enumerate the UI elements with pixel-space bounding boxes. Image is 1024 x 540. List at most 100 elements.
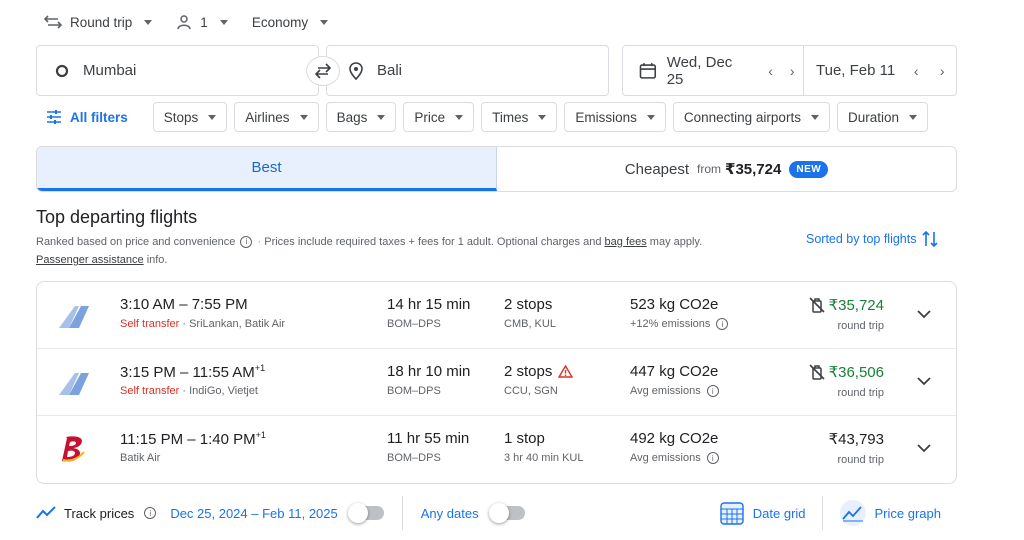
may-apply-text: may apply.: [649, 236, 703, 248]
all-filters-button[interactable]: All filters: [46, 110, 128, 125]
track-date-range: Dec 25, 2024 – Feb 11, 2025: [170, 505, 338, 521]
info-icon[interactable]: i: [706, 452, 719, 464]
cabin-class-label: Economy: [251, 14, 309, 30]
filter-times[interactable]: Times: [481, 102, 558, 132]
prev-date-button[interactable]: ‹: [760, 60, 782, 82]
chevron-down-icon[interactable]: [916, 373, 932, 389]
plus-day: +1: [255, 430, 266, 440]
tune-icon: [47, 110, 61, 124]
prices-text: Prices include required taxes + fees for…: [264, 236, 602, 248]
next-date-button[interactable]: ›: [931, 60, 953, 82]
airline-info: Self transfer · SriLankan, Batik Air: [120, 318, 286, 330]
date-grid-icon: [720, 502, 744, 525]
passengers-select[interactable]: 1: [176, 14, 228, 30]
stops-detail: CMB, KUL: [504, 318, 556, 330]
price-note: round trip: [837, 320, 884, 332]
times-text: 11:15 PM – 1:40 PM: [120, 431, 256, 448]
date-grid-button[interactable]: Date grid: [719, 500, 806, 526]
flight-duration: 18 hr 10 min: [387, 363, 471, 380]
filter-connecting-airports[interactable]: Connecting airports: [672, 102, 830, 132]
filter-emissions[interactable]: Emissions: [564, 102, 666, 132]
flight-row[interactable]: 3:10 AM – 7:55 PM Self transfer · SriLan…: [37, 282, 956, 349]
trend-icon: [36, 506, 56, 519]
co2-value: 523 kg CO2e: [630, 296, 719, 313]
chip-label: Times: [492, 109, 529, 125]
emissions-info: +12% emissions i: [630, 318, 730, 330]
filter-price[interactable]: Price: [403, 102, 475, 132]
filter-stops[interactable]: Stops: [152, 102, 228, 132]
return-date-field[interactable]: Tue, Feb 11 ‹ ›: [804, 46, 953, 95]
depart-date-value: Wed, Dec 25: [666, 53, 733, 88]
price-note: round trip: [837, 454, 884, 466]
co2-value: 447 kg CO2e: [630, 363, 719, 380]
chevron-down-icon: [538, 114, 547, 120]
prev-date-button[interactable]: ‹: [905, 60, 927, 82]
emissions-text: Avg emissions: [630, 452, 701, 464]
origin-circle-icon: [55, 64, 69, 77]
tab-cheapest-label: Cheapest: [624, 160, 690, 178]
tab-best[interactable]: Best: [37, 147, 497, 191]
calendar-icon: [639, 62, 657, 79]
passenger-assistance-link[interactable]: Passenger assistance: [36, 254, 144, 266]
price-value: ₹35,724: [808, 296, 884, 314]
flight-duration: 11 hr 55 min: [387, 430, 470, 447]
info-icon[interactable]: i: [716, 318, 729, 330]
chip-label: Airlines: [245, 109, 290, 125]
airline-info: Self transfer · IndiGo, Vietjet: [120, 385, 258, 397]
flight-row[interactable]: 11:15 PM – 1:40 PM+1 Batik Air 11 hr 55 …: [37, 416, 956, 483]
next-date-button[interactable]: ›: [781, 60, 803, 82]
footer-bar: Track prices i Dec 25, 2024 – Feb 11, 20…: [36, 496, 957, 530]
flight-route: BOM–DPS: [387, 318, 441, 330]
generic-airline-icon: [59, 373, 89, 395]
cabin-class-select[interactable]: Economy: [251, 14, 329, 30]
airline-names: Batik Air: [120, 452, 161, 464]
flight-times: 3:15 PM – 11:55 AM+1: [120, 363, 265, 381]
sort-button[interactable]: Sorted by top flights: [806, 230, 939, 248]
swap-button[interactable]: [306, 56, 340, 86]
info-icon[interactable]: i: [144, 507, 157, 519]
any-dates: Any dates: [421, 506, 479, 521]
tab-cheapest[interactable]: Cheapest from ₹35,724 NEW: [497, 147, 956, 191]
chevron-down-icon: [810, 114, 819, 120]
origin-input[interactable]: Mumbai: [36, 45, 319, 96]
any-dates-toggle[interactable]: [488, 503, 525, 523]
all-filters-label: All filters: [70, 109, 128, 125]
stops-text: 2 stops: [504, 363, 553, 380]
chevron-down-icon: [377, 114, 386, 120]
depart-date-field[interactable]: Wed, Dec 25 ‹ ›: [623, 46, 803, 95]
emissions-text: +12% emissions: [630, 318, 711, 330]
track-prices-toggle[interactable]: [347, 503, 384, 523]
chip-label: Connecting airports: [683, 109, 801, 125]
info-text: info.: [146, 254, 168, 266]
filter-duration[interactable]: Duration: [836, 102, 928, 132]
price-text: ₹35,724: [828, 297, 884, 314]
plus-day: +1: [254, 363, 266, 373]
destination-value: Bali: [377, 62, 403, 79]
chevron-down-icon: [208, 114, 217, 120]
page-title: Top departing flights: [36, 207, 198, 227]
emissions-info: Avg emissions i: [630, 452, 721, 464]
airline-names: IndiGo, Vietjet: [189, 385, 258, 397]
price-text: ₹36,506: [828, 364, 884, 381]
info-icon[interactable]: i: [240, 236, 253, 249]
chevron-down-icon[interactable]: [916, 306, 932, 322]
tab-best-label: Best: [251, 159, 282, 176]
flight-stops: 1 stop: [504, 430, 545, 447]
emissions-info: Avg emissions i: [630, 385, 721, 397]
filter-airlines[interactable]: Airlines: [234, 102, 319, 132]
flight-row[interactable]: 3:15 PM – 11:55 AM+1 Self transfer · Ind…: [37, 349, 956, 416]
self-transfer-label: Self transfer: [120, 385, 180, 397]
price-graph-icon: [839, 500, 866, 526]
results-subtitle: Ranked based on price and convenience i …: [36, 236, 703, 266]
price-graph-label: Price graph: [874, 505, 941, 521]
destination-input[interactable]: Bali: [326, 45, 609, 96]
filter-bags[interactable]: Bags: [325, 102, 397, 132]
price-graph-button[interactable]: Price graph: [839, 499, 941, 527]
info-icon[interactable]: i: [706, 385, 719, 397]
trip-type-select[interactable]: Round trip: [44, 14, 153, 30]
chevron-down-icon[interactable]: [916, 440, 932, 456]
date-grid-label: Date grid: [752, 505, 806, 521]
date-picker: Wed, Dec 25 ‹ › Tue, Feb 11 ‹ ›: [622, 45, 957, 96]
airline-names: SriLankan, Batik Air: [189, 318, 286, 330]
bag-fees-link[interactable]: bag fees: [605, 236, 647, 248]
